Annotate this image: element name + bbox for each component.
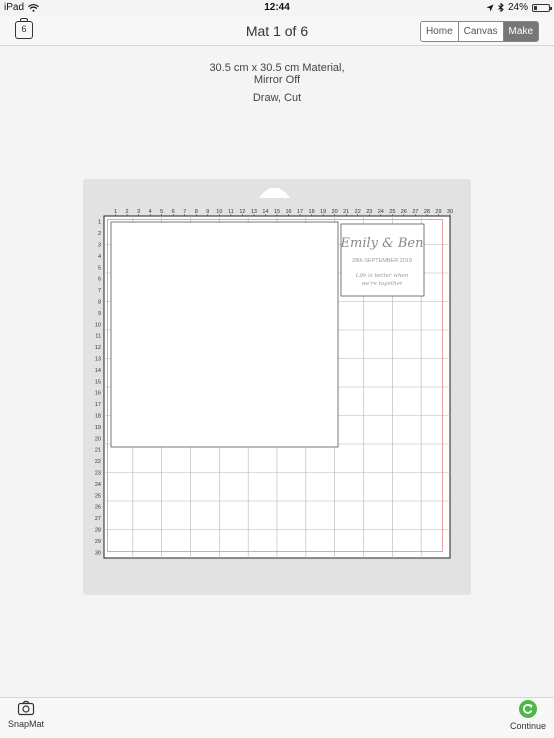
snapmat-button[interactable]: SnapMat (5, 700, 47, 729)
ruler-row-label: 1 (98, 220, 101, 226)
ruler-row-label: 25 (95, 493, 101, 499)
card-names: Emily & Ben (340, 236, 424, 251)
ruler-row-label: 26 (95, 505, 101, 511)
ruler-row-label: 8 (98, 300, 101, 306)
card-date: 28th SEPTEMBER 2019 (352, 258, 412, 264)
ruler-row-label: 4 (98, 254, 101, 260)
ruler-row-label: 14 (95, 368, 101, 374)
image-bounding-box[interactable] (110, 221, 339, 448)
location-icon (486, 4, 494, 11)
ruler-row-label: 19 (95, 425, 101, 431)
ruler-row-label: 10 (95, 322, 101, 328)
ruler-row-label: 17 (95, 402, 101, 408)
ruler-row-label: 30 (95, 550, 101, 556)
bottom-bar: SnapMat Continue (0, 697, 554, 738)
ruler-row-label: 27 (95, 516, 101, 522)
tab-home[interactable]: Home (420, 22, 459, 41)
ruler-row-label: 29 (95, 539, 101, 545)
tab-canvas[interactable]: Canvas (458, 22, 504, 41)
ruler-row-label: 15 (95, 379, 101, 385)
ruler-row-label: 23 (95, 471, 101, 477)
tab-make[interactable]: Make (503, 22, 538, 41)
status-time: 12:44 (264, 2, 290, 13)
operations-label: Draw, Cut (252, 92, 302, 104)
ruler-row-label: 7 (98, 288, 101, 294)
ruler-row-label: 24 (95, 482, 101, 488)
ruler-row-label: 6 (98, 277, 101, 283)
camera-icon (17, 700, 35, 716)
ruler-row-label: 13 (95, 357, 101, 363)
view-switcher: Home Canvas Make (419, 21, 539, 42)
nav-bar: 6 Mat 1 of 6 Home Canvas Make (0, 16, 554, 46)
ruler-row-label: 5 (98, 265, 101, 271)
continue-icon (519, 700, 537, 718)
ruler-row-label: 28 (95, 528, 101, 534)
bluetooth-icon (498, 3, 504, 12)
snapmat-label: SnapMat (7, 719, 45, 729)
ruler-row-label: 2 (98, 231, 101, 237)
ruler-row-label: 9 (98, 311, 101, 317)
battery-fill (534, 5, 537, 10)
card-quote-line-1: Life is better when (355, 273, 409, 279)
ruler-row-label: 20 (95, 436, 101, 442)
status-bar: iPad 12:44 24% (0, 0, 554, 16)
ruler-row-label: 12 (95, 345, 101, 351)
continue-label: Continue (509, 721, 547, 731)
cutting-mat: 1 2 3 4 5 6 7 8 9 10 11 12 13 14 15 16 17 18 19 20 21 22 23 24 2… (95, 188, 453, 559)
continue-button[interactable]: Continue (508, 700, 548, 731)
ruler-row-label: 3 (98, 243, 101, 249)
battery-percent: 24% (507, 2, 528, 13)
wedding-card[interactable]: Emily & Ben 28th SEPTEMBER 2019 Life is … (340, 223, 425, 297)
ruler-row-label: 11 (95, 334, 101, 340)
ruler-row-label: 18 (95, 414, 101, 420)
material-line-1: 30.5 cm x 30.5 cm Material, (209, 62, 345, 74)
ruler-row-label: 16 (95, 391, 101, 397)
material-line-2: Mirror Off (253, 74, 301, 86)
ruler-row-label: 21 (95, 448, 101, 454)
battery-icon (532, 3, 552, 12)
card-quote-line-2: we're together (361, 281, 402, 287)
ruler-row-label: 22 (95, 459, 101, 465)
mat-handle (259, 188, 290, 198)
mat-preview[interactable]: 1 2 3 4 5 6 7 8 9 10 11 12 13 14 15 16 17 18 19 20 21 22 23 24 2… (83, 179, 471, 595)
